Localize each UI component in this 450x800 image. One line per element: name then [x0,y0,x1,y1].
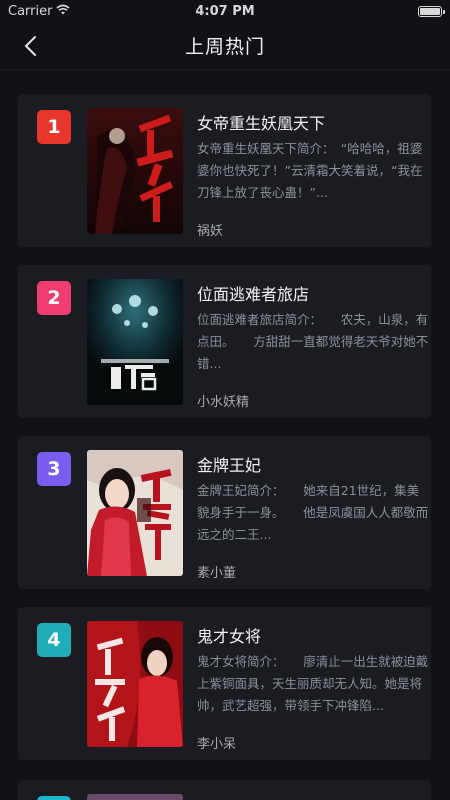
chevron-left-icon [24,36,36,56]
book-cover[interactable] [87,279,183,405]
book-card[interactable]: 2 位面逃难者旅店 位面逃难者旅店简介： 农夫，山泉，有点田。 方甜甜一直都觉得… [18,265,431,418]
book-description: 位面逃难者旅店简介： 农夫，山泉，有点田。 方甜甜一直都觉得老天爷对她不错... [197,312,429,371]
book-card[interactable]: 4 鬼才女将 鬼才女将简介： 廖清止一出生就被迫戴上紫铜面具，天生丽质却无人知。… [18,607,431,760]
rank-badge: 1 [37,110,71,144]
rank-badge: 3 [37,452,71,486]
book-cover[interactable] [87,108,183,234]
book-card[interactable]: 1 女帝重生妖凰天下 女帝重生妖凰天下简介： “哈哈哈，祖婆婆你也快死了！”云清… [18,94,431,247]
book-title: 金牌王妃 [197,456,262,475]
carrier-group: Carrier [8,4,70,19]
book-title: 位面逃难者旅店 [197,285,310,304]
book-list: 1 女帝重生妖凰天下 女帝重生妖凰天下简介： “哈哈哈，祖婆婆你也快死了！”云清… [18,94,431,778]
book-author: 祸妖 [197,224,224,239]
book-author: 素小董 [197,566,237,581]
book-card-partial[interactable] [18,780,431,800]
book-title: 鬼才女将 [197,627,262,646]
page-title: 上周热门 [184,36,265,58]
navigation-bar: 上周热门 [0,22,450,70]
book-cover[interactable] [87,450,183,576]
wifi-icon [56,4,70,19]
book-title: 女帝重生妖凰天下 [197,114,326,133]
rank-badge [37,796,71,800]
book-author: 李小呆 [197,737,237,752]
battery-icon [418,5,445,17]
back-button[interactable] [12,28,48,64]
book-cover[interactable] [87,621,183,747]
book-author: 小水妖精 [197,395,250,410]
book-card[interactable]: 3 金牌王妃 金牌王妃简介： 她来自21世纪，集美貌身手于一身。 他是凤虞国人人… [18,436,431,589]
book-cover[interactable] [87,794,183,800]
book-description: 金牌王妃简介： 她来自21世纪，集美貌身手于一身。 他是凤虞国人人都敬而远之的二… [197,483,429,542]
rank-badge: 2 [37,281,71,315]
carrier-label: Carrier [8,3,53,19]
book-description: 女帝重生妖凰天下简介： “哈哈哈，祖婆婆你也快死了！”云清霜大笑着说，“我在刀锋… [197,141,423,200]
book-description: 鬼才女将简介： 廖清止一出生就被迫戴上紫铜面具，天生丽质却无人知。她是将帅，武艺… [197,654,429,713]
status-bar: Carrier 4:07 PM [0,0,450,22]
rank-badge: 4 [37,623,71,657]
